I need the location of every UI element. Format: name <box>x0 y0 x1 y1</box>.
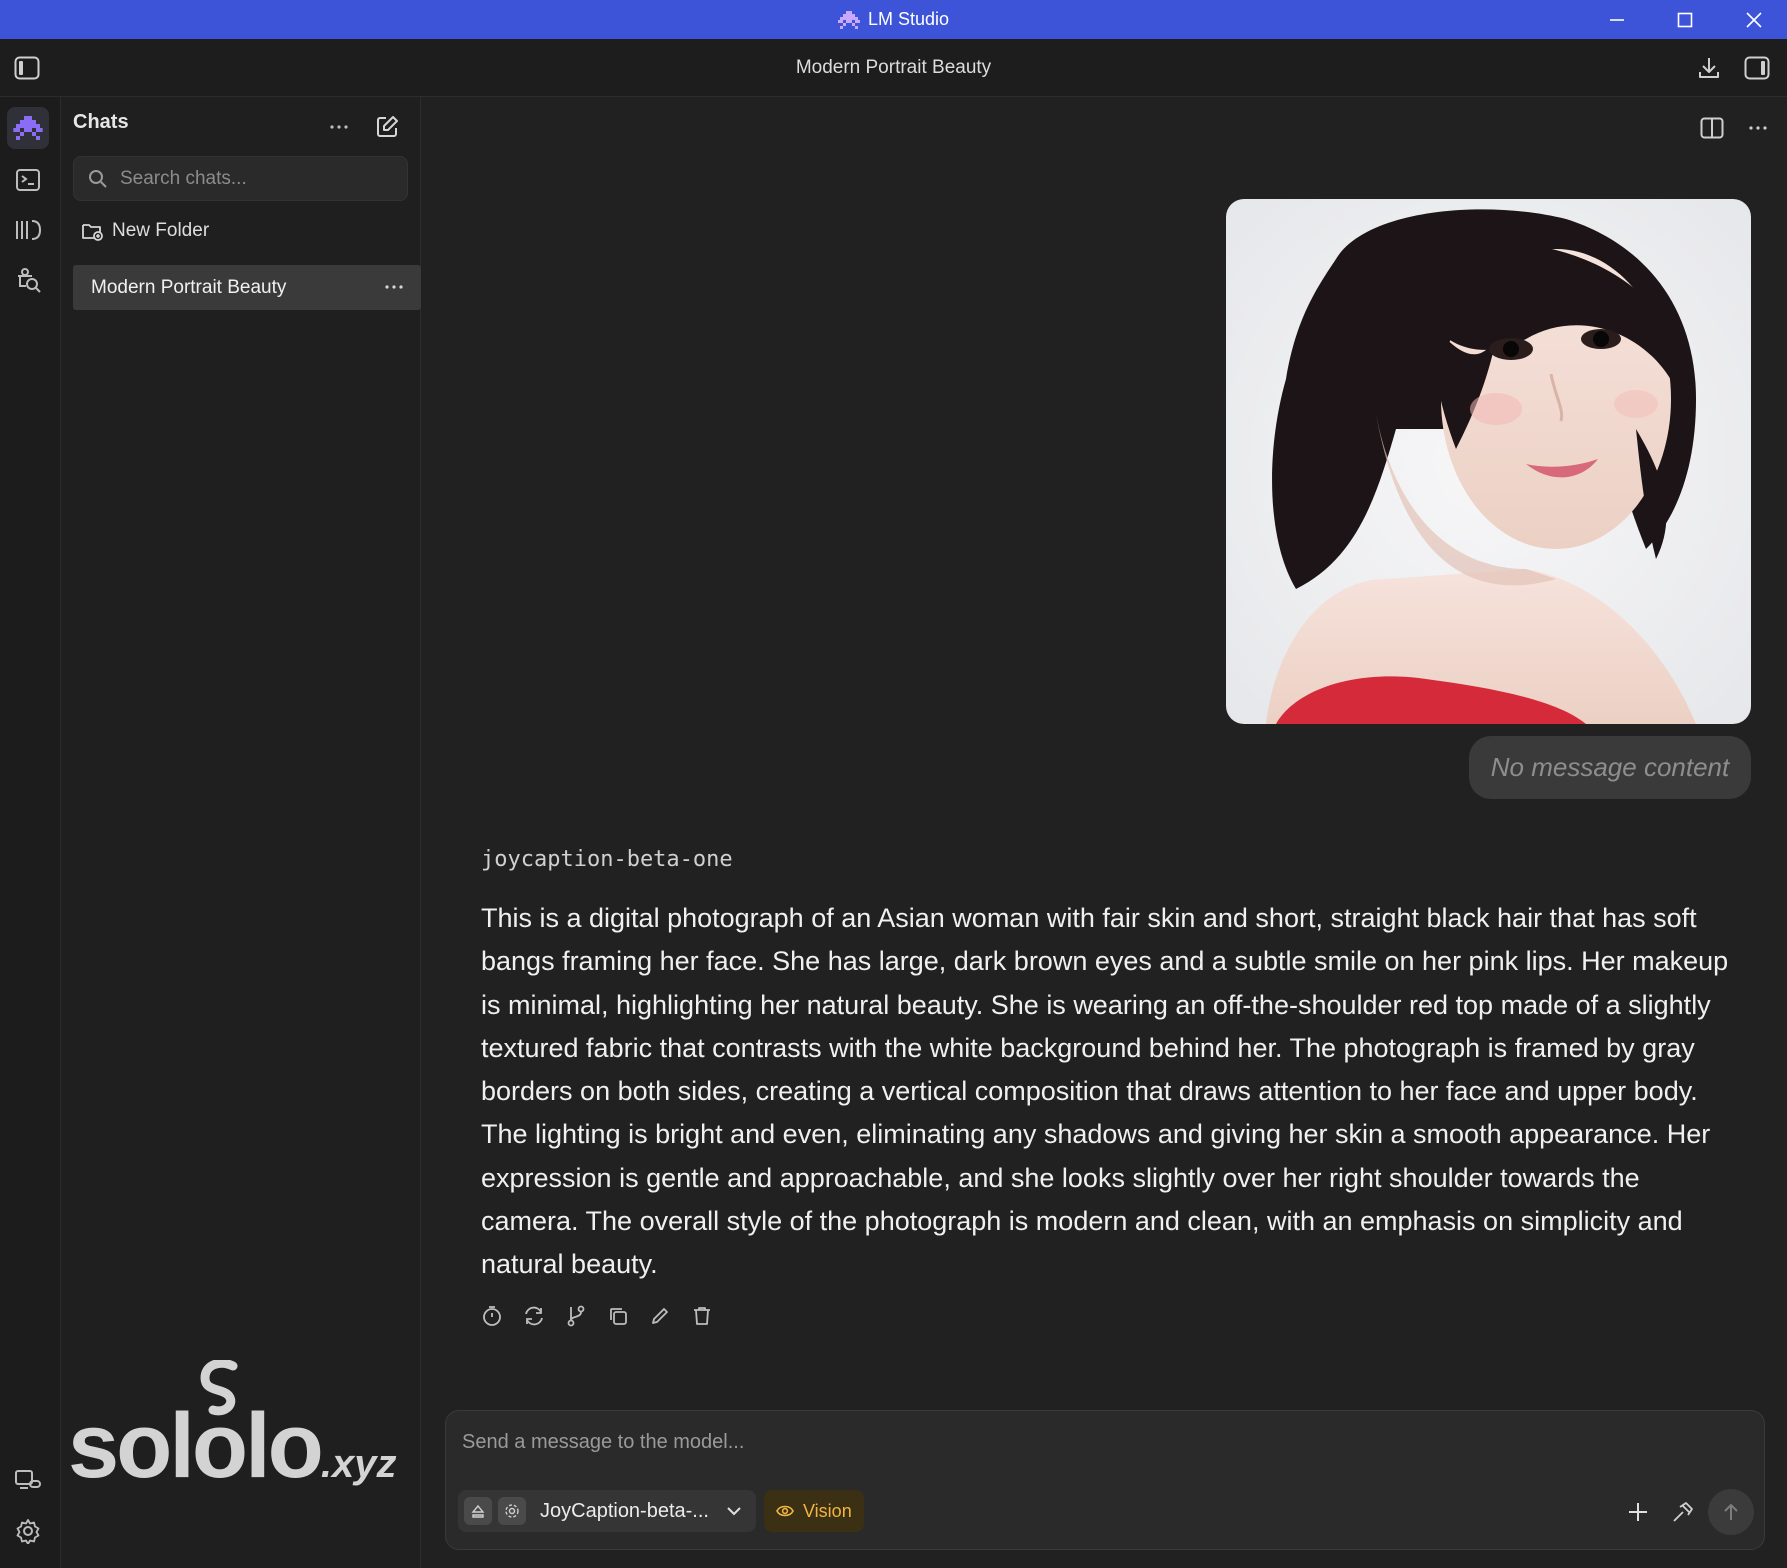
tools-icon[interactable] <box>1668 1497 1698 1527</box>
remote-link-icon[interactable] <box>7 1459 49 1501</box>
chevron-down-icon <box>726 1506 742 1516</box>
watermark-text: sololo.xyz <box>68 1395 397 1497</box>
close-icon[interactable] <box>1724 0 1784 39</box>
search-icon <box>88 169 108 189</box>
folder-plus-icon <box>81 221 103 241</box>
message-composer: JoyCaption-beta-... Vision <box>445 1410 1765 1550</box>
branch-icon[interactable] <box>565 1305 587 1327</box>
toggle-right-panel-icon[interactable] <box>1742 53 1772 83</box>
vision-label: Vision <box>803 1500 852 1521</box>
new-chat-icon[interactable] <box>373 113 401 141</box>
add-attachment-icon[interactable] <box>1623 1497 1653 1527</box>
chat-icon[interactable] <box>7 107 49 149</box>
chats-sidebar: Chats New Folder Modern Portrait Beauty … <box>61 97 421 1568</box>
new-folder-label: New Folder <box>112 220 210 241</box>
nav-rail <box>0 97 61 1568</box>
chat-header: Modern Portrait Beauty <box>0 39 1787 97</box>
lmstudio-logo-icon <box>837 10 860 29</box>
delete-icon[interactable] <box>691 1305 713 1327</box>
model-settings-icon[interactable] <box>498 1497 526 1525</box>
sidebar-heading: Chats <box>73 111 129 133</box>
assistant-message: This is a digital photograph of an Asian… <box>481 903 1729 1280</box>
eject-icon[interactable] <box>464 1497 492 1525</box>
new-folder-button[interactable]: New Folder <box>81 220 209 242</box>
model-selector[interactable]: JoyCaption-beta-... <box>458 1490 756 1532</box>
message-actions <box>481 1305 713 1327</box>
chat-main: No message content joycaption-beta-one T… <box>421 97 1787 1568</box>
settings-icon[interactable] <box>7 1510 49 1552</box>
window-titlebar: LM Studio <box>0 0 1787 39</box>
more-options-icon[interactable] <box>325 113 353 141</box>
chat-item-label: Modern Portrait Beauty <box>91 276 287 298</box>
chat-list-item[interactable]: Modern Portrait Beauty <box>73 265 421 310</box>
app-title: LM Studio <box>867 9 950 29</box>
minimize-icon[interactable] <box>1587 0 1647 39</box>
search-chats[interactable] <box>73 156 408 201</box>
eye-icon <box>776 1504 794 1518</box>
timer-icon[interactable] <box>481 1305 503 1327</box>
models-icon[interactable] <box>7 209 49 251</box>
search-input[interactable] <box>120 167 380 190</box>
regenerate-icon[interactable] <box>523 1305 545 1327</box>
chat-item-more-icon[interactable] <box>385 277 403 297</box>
discover-icon[interactable] <box>7 259 49 301</box>
model-selector-label: JoyCaption-beta-... <box>540 1499 709 1522</box>
split-view-icon[interactable] <box>1697 113 1727 143</box>
download-icon[interactable] <box>1694 53 1724 83</box>
send-button[interactable] <box>1708 1489 1754 1535</box>
chat-menu-icon[interactable] <box>1743 113 1773 143</box>
arrow-up-icon <box>1722 1502 1740 1522</box>
window-title: LM Studio <box>0 0 1787 39</box>
maximize-icon[interactable] <box>1655 0 1715 39</box>
vision-badge: Vision <box>764 1490 864 1532</box>
developer-icon[interactable] <box>7 159 49 201</box>
edit-icon[interactable] <box>649 1305 671 1327</box>
copy-icon[interactable] <box>607 1305 629 1327</box>
attached-image[interactable] <box>1226 199 1751 724</box>
chat-title: Modern Portrait Beauty <box>795 57 992 78</box>
assistant-model-name: joycaption-beta-one <box>481 847 733 872</box>
watermark-logo: sololo.xyz <box>68 1360 418 1510</box>
message-input[interactable] <box>462 1431 1662 1463</box>
user-message-bubble: No message content <box>1469 736 1751 799</box>
